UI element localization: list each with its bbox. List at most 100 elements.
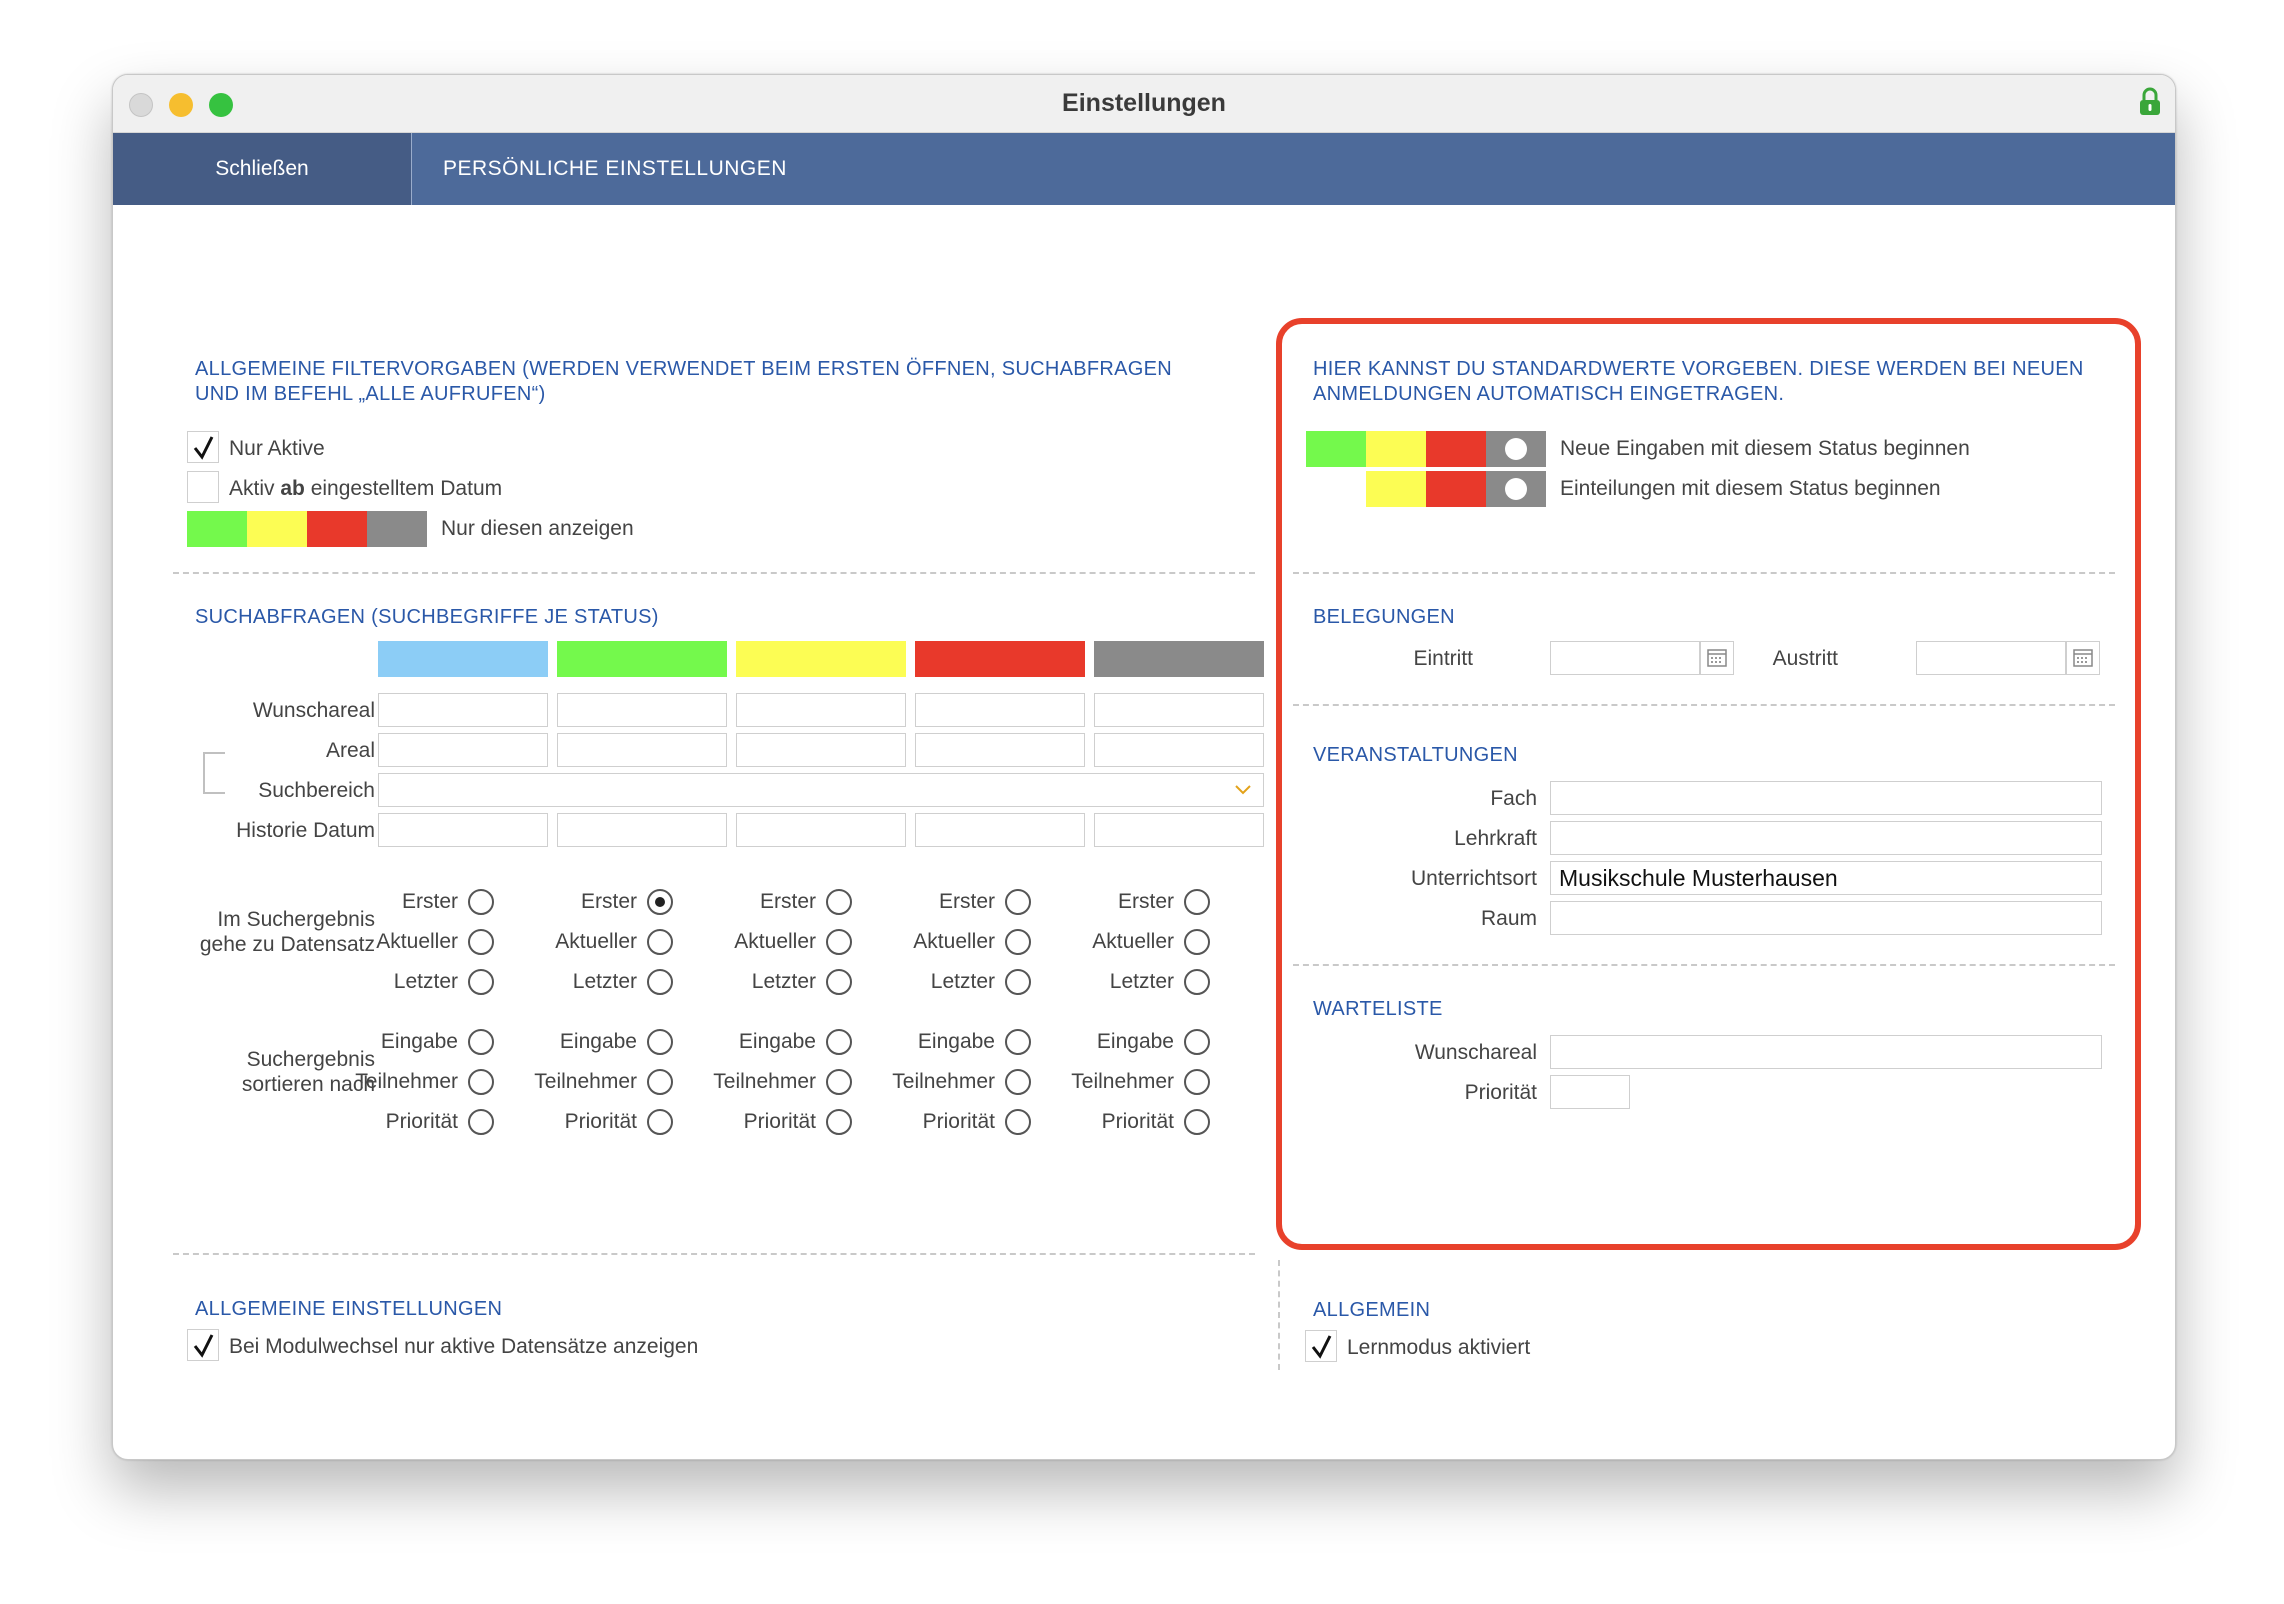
- goto-radio[interactable]: [1005, 969, 1031, 995]
- goto-option-label: Letzter: [572, 970, 637, 993]
- status-gray-swatch[interactable]: [1486, 471, 1546, 507]
- sort-radio[interactable]: [1005, 1069, 1031, 1095]
- status-red-swatch[interactable]: [1426, 471, 1486, 507]
- lock-icon[interactable]: [2139, 87, 2161, 117]
- active-from-checkbox[interactable]: [187, 471, 219, 503]
- goto-radio[interactable]: [826, 889, 852, 915]
- checkmark-icon: [193, 436, 214, 460]
- austritt-calendar-button[interactable]: [2066, 641, 2100, 675]
- areal-red-input[interactable]: [915, 733, 1085, 767]
- status-red-swatch[interactable]: [307, 511, 367, 547]
- historie-green-input[interactable]: [557, 813, 727, 847]
- wunschareal-gray-input[interactable]: [1094, 693, 1264, 727]
- wunschareal-red-input[interactable]: [915, 693, 1085, 727]
- sort-radio[interactable]: [1005, 1109, 1031, 1135]
- lehrkraft-input[interactable]: [1550, 821, 2102, 855]
- divider: [173, 572, 1255, 574]
- status-green-swatch[interactable]: [187, 511, 247, 547]
- areal-green-input[interactable]: [557, 733, 727, 767]
- assignments-status-selector[interactable]: [1366, 471, 1546, 507]
- fach-input[interactable]: [1550, 781, 2102, 815]
- sort-radio[interactable]: [468, 1029, 494, 1055]
- close-button[interactable]: Schließen: [113, 133, 412, 205]
- goto-radio[interactable]: [647, 889, 673, 915]
- historie-yellow-input[interactable]: [736, 813, 906, 847]
- status-gray-swatch[interactable]: [1486, 431, 1546, 467]
- status-gray-swatch[interactable]: [367, 511, 427, 547]
- chevron-down-icon: [1235, 785, 1251, 795]
- checkmark-icon: [193, 1334, 214, 1358]
- goto-radio[interactable]: [1184, 889, 1210, 915]
- sort-radio[interactable]: [647, 1029, 673, 1055]
- sort-radio[interactable]: [826, 1029, 852, 1055]
- sort-option-label: Teilnehmer: [713, 1070, 816, 1093]
- austritt-date-input[interactable]: [1916, 641, 2066, 675]
- warteliste-wunschareal-input[interactable]: [1550, 1035, 2102, 1069]
- warteliste-prioritaet-input[interactable]: [1550, 1075, 1630, 1109]
- wunschareal-blue-input[interactable]: [378, 693, 548, 727]
- status-yellow-swatch[interactable]: [247, 511, 307, 547]
- sort-radio[interactable]: [647, 1109, 673, 1135]
- status-yellow-swatch[interactable]: [1366, 471, 1426, 507]
- areal-yellow-input[interactable]: [736, 733, 906, 767]
- goto-radio[interactable]: [468, 969, 494, 995]
- calendar-icon: [2073, 649, 2093, 667]
- goto-radio[interactable]: [1184, 929, 1210, 955]
- sort-option-label: Priorität: [743, 1110, 816, 1133]
- divider: [1293, 704, 2115, 706]
- sort-option-label: Eingabe: [738, 1030, 816, 1053]
- eintritt-calendar-button[interactable]: [1700, 641, 1734, 675]
- status-green-swatch[interactable]: [1306, 431, 1366, 467]
- sort-radio[interactable]: [468, 1109, 494, 1135]
- status-filter-swatches[interactable]: [187, 511, 427, 547]
- status-red-swatch[interactable]: [1426, 431, 1486, 467]
- historie-gray-input[interactable]: [1094, 813, 1264, 847]
- sort-radio[interactable]: [826, 1069, 852, 1095]
- goto-option-label: Aktueller: [555, 930, 637, 953]
- only-active-checkbox[interactable]: [187, 431, 219, 463]
- areal-blue-input[interactable]: [378, 733, 548, 767]
- areal-gray-input[interactable]: [1094, 733, 1264, 767]
- goto-radio[interactable]: [826, 969, 852, 995]
- goto-radio[interactable]: [1184, 969, 1210, 995]
- historie-label: Historie Datum: [236, 819, 375, 842]
- active-from-label: Aktiv ab eingestelltem Datum: [229, 477, 503, 500]
- sort-option-label: Priorität: [1101, 1110, 1174, 1133]
- goto-group-label: Im Suchergebnis gehe zu Datensatz: [199, 908, 375, 956]
- sort-radio[interactable]: [1184, 1069, 1210, 1095]
- new-entries-status-selector[interactable]: [1306, 431, 1546, 467]
- lehrkraft-label: Lehrkraft: [1454, 827, 1537, 850]
- learn-mode-checkbox[interactable]: [1305, 1330, 1337, 1362]
- historie-red-input[interactable]: [915, 813, 1085, 847]
- show-only-label: Nur diesen anzeigen: [441, 517, 634, 540]
- raum-input[interactable]: [1550, 901, 2102, 935]
- sort-radio[interactable]: [1184, 1029, 1210, 1055]
- sort-radio[interactable]: [1005, 1029, 1031, 1055]
- filter-heading: ALLGEMEINE FILTERVORGABEN (WERDEN VERWEN…: [195, 358, 1173, 405]
- sort-option-label: Eingabe: [1096, 1030, 1174, 1053]
- wunschareal-yellow-input[interactable]: [736, 693, 906, 727]
- calendar-icon: [1707, 649, 1727, 667]
- status-yellow-swatch[interactable]: [1366, 431, 1426, 467]
- sort-radio[interactable]: [468, 1069, 494, 1095]
- goto-radio[interactable]: [826, 929, 852, 955]
- sort-radio[interactable]: [647, 1069, 673, 1095]
- sort-radio[interactable]: [826, 1109, 852, 1135]
- module-switch-checkbox[interactable]: [187, 1329, 219, 1361]
- goto-radio[interactable]: [468, 889, 494, 915]
- goto-option-label: Aktueller: [1092, 930, 1174, 953]
- wunschareal-green-input[interactable]: [557, 693, 727, 727]
- goto-radio[interactable]: [1005, 889, 1031, 915]
- goto-option-label: Erster: [401, 890, 458, 913]
- suchbereich-dropdown[interactable]: [378, 773, 1264, 807]
- goto-radio[interactable]: [647, 969, 673, 995]
- sort-radio[interactable]: [1184, 1109, 1210, 1135]
- historie-blue-input[interactable]: [378, 813, 548, 847]
- allgemein-heading: ALLGEMEIN: [1313, 1299, 1431, 1321]
- eintritt-date-input[interactable]: [1550, 641, 1700, 675]
- goto-radio[interactable]: [647, 929, 673, 955]
- goto-radio[interactable]: [468, 929, 494, 955]
- warteliste-heading: WARTELISTE: [1313, 998, 1443, 1020]
- unterrichtsort-input[interactable]: Musikschule Musterhausen: [1550, 861, 2102, 895]
- goto-radio[interactable]: [1005, 929, 1031, 955]
